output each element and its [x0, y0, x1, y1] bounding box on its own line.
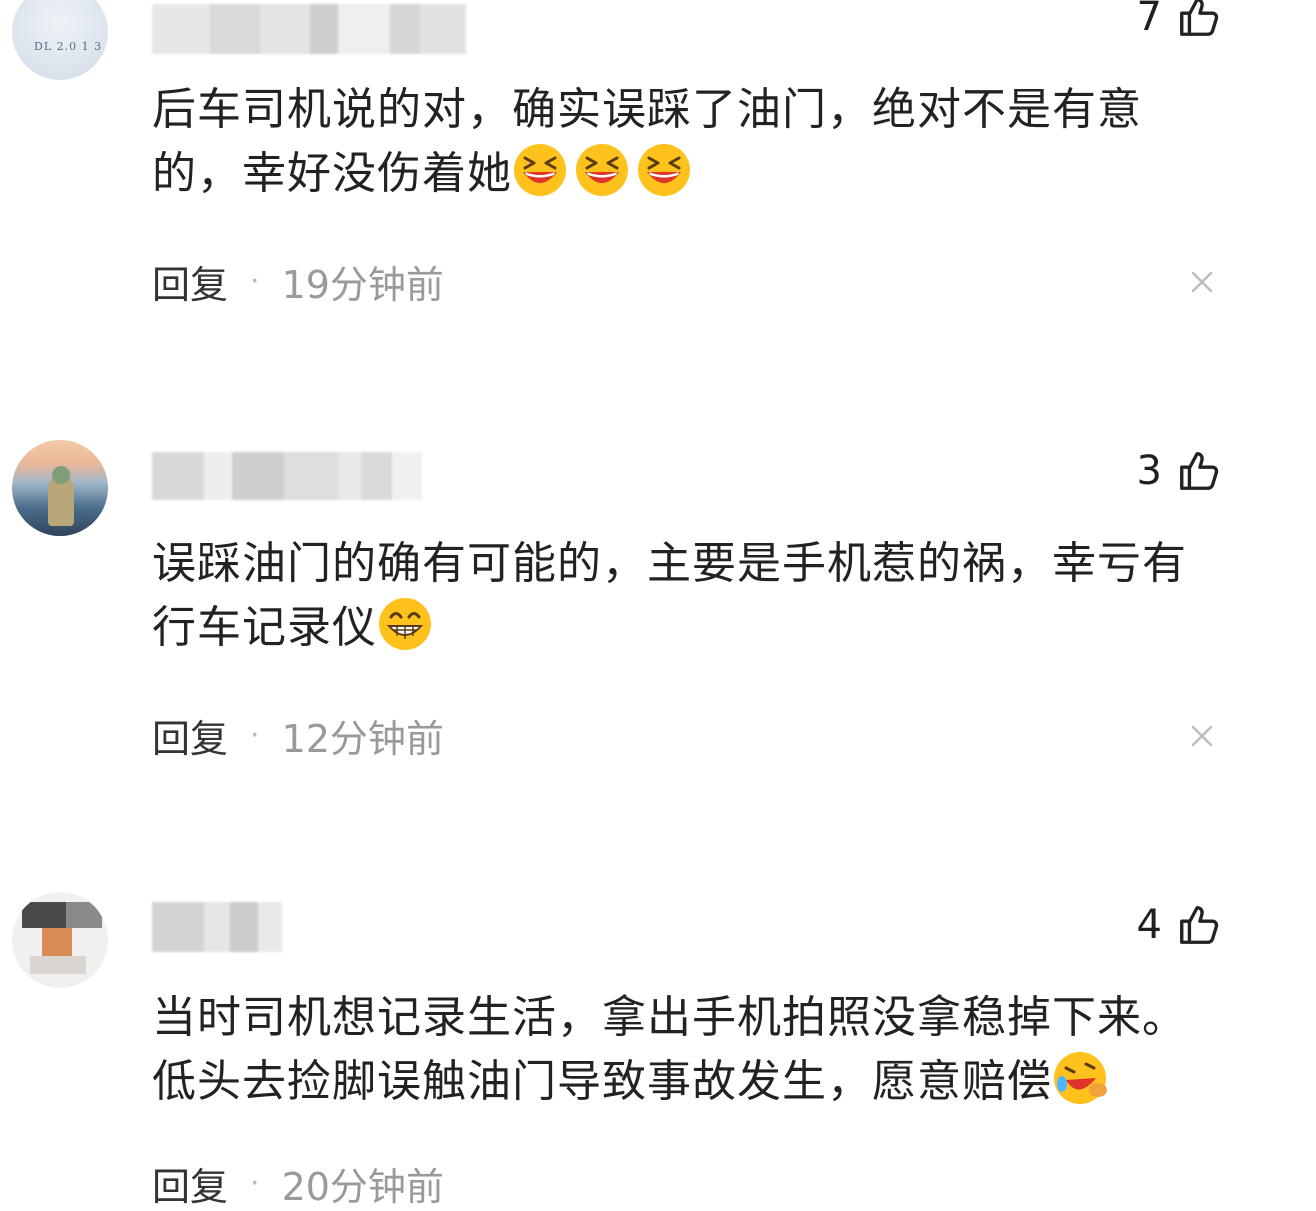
username-blurred[interactable] — [152, 4, 466, 54]
separator-dot: · — [250, 718, 260, 753]
like-group[interactable]: 3 — [1137, 448, 1222, 494]
close-icon[interactable] — [1188, 268, 1216, 296]
thumbs-up-icon[interactable] — [1176, 902, 1222, 948]
avatar[interactable]: DL 2.0 1 3 — [12, 0, 108, 80]
comment-text: 误踩油门的确有可能的，主要是手机惹的祸，幸亏有行车记录仪 — [152, 532, 1212, 660]
rolling-laughing-emoji-icon — [1052, 1050, 1108, 1106]
separator-dot: · — [250, 1166, 260, 1201]
reply-button[interactable]: 回复 — [152, 708, 228, 763]
comment-meta: 回复 · 19分钟前 — [152, 254, 444, 309]
reply-button[interactable]: 回复 — [152, 1156, 228, 1211]
grinning-squinting-emoji-icon — [574, 142, 630, 198]
comment-time: 12分钟前 — [281, 717, 444, 761]
comment-text-body: 误踩油门的确有可能的，主要是手机惹的祸，幸亏有行车记录仪 — [152, 538, 1187, 653]
thumbs-up-icon[interactable] — [1176, 448, 1222, 494]
thumbs-up-icon[interactable] — [1176, 0, 1222, 40]
comment-text-body: 当时司机想记录生活，拿出手机拍照没拿稳掉下来。低头去捡脚误触油门导致事故发生，愿… — [152, 992, 1187, 1107]
separator-dot: · — [250, 264, 260, 299]
reply-button[interactable]: 回复 — [152, 254, 228, 309]
username-blurred[interactable] — [152, 452, 422, 500]
comment-time: 19分钟前 — [281, 263, 444, 307]
grinning-squinting-emoji-icon — [512, 142, 568, 198]
username-blurred[interactable] — [152, 902, 282, 952]
avatar[interactable] — [12, 892, 108, 988]
like-count: 7 — [1136, 0, 1162, 40]
like-count: 4 — [1136, 902, 1162, 948]
comment-meta: 回复 · 12分钟前 — [152, 708, 444, 763]
beaming-face-emoji-icon — [377, 596, 433, 652]
comment-text: 当时司机想记录生活，拿出手机拍照没拿稳掉下来。低头去捡脚误触油门导致事故发生，愿… — [152, 986, 1212, 1114]
avatar[interactable] — [12, 440, 108, 536]
comment-meta: 回复 · 20分钟前 — [152, 1156, 444, 1211]
close-icon[interactable] — [1188, 722, 1216, 750]
like-group[interactable]: 7 — [1137, 0, 1222, 40]
avatar-figure-head — [52, 466, 70, 484]
comment-text: 后车司机说的对，确实误踩了油门，绝对不是有意的，幸好没伤着她 — [152, 78, 1212, 206]
like-group[interactable]: 4 — [1137, 902, 1222, 948]
avatar-text: DL 2.0 1 3 — [34, 40, 103, 53]
like-count: 3 — [1136, 448, 1162, 494]
comment-time: 20分钟前 — [281, 1165, 444, 1209]
grinning-squinting-emoji-icon — [636, 142, 692, 198]
